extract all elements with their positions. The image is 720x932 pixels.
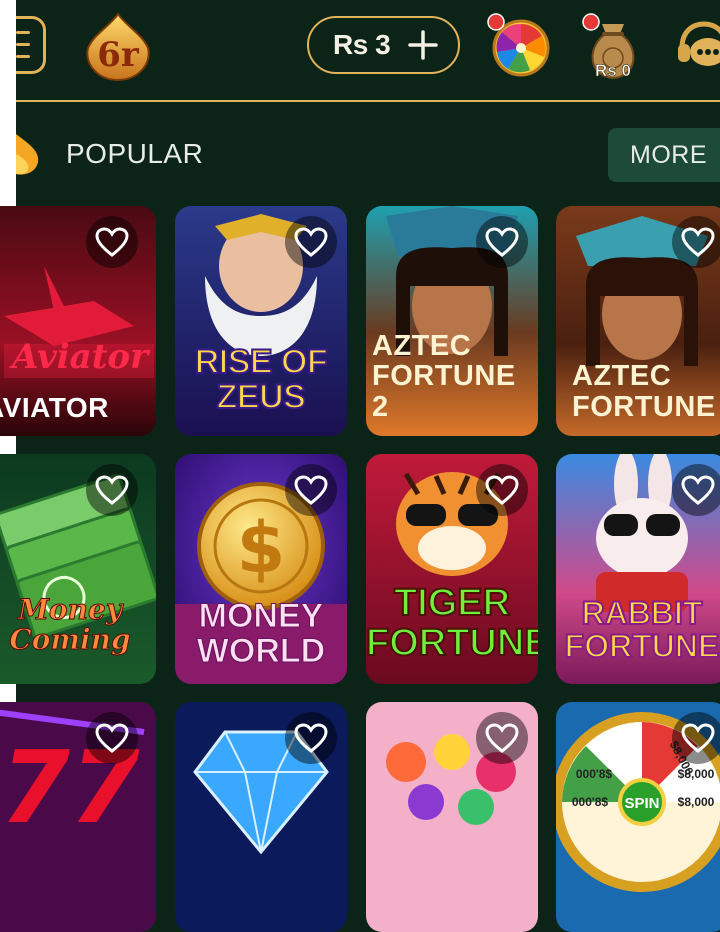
heart-icon [95,475,129,505]
menu-button[interactable] [16,16,46,74]
heart-icon [485,723,519,753]
svg-text:$: $ [237,507,286,589]
game-tile-rabbit-fortune[interactable]: RABBIT FORTUNE [556,454,720,684]
favorite-button[interactable] [672,216,720,268]
game-tile-prize-wheel[interactable]: SPIN $8,000 $8,000 000'8$ 000'8$ $8,000 [556,702,720,932]
game-title: MONEY WORLD [196,596,326,671]
game-title: AVIATOR [0,391,109,423]
game-tile-money-coming[interactable]: Money Coming [0,454,156,684]
heart-icon [681,475,715,505]
favorite-button[interactable] [86,712,138,764]
heart-icon [681,723,715,753]
heart-icon [95,227,129,257]
wheel-label: 000'8$ [576,767,613,781]
heart-icon [95,723,129,753]
header-divider [16,100,720,102]
game-tile-aztec-fortune[interactable]: AZTEC FORTUNE [556,206,720,436]
plus-icon[interactable] [408,30,438,60]
favorite-button[interactable] [476,464,528,516]
balance-value: Rs 3 [333,29,391,60]
heart-icon [294,723,328,753]
favorite-button[interactable] [285,216,337,268]
favorite-button[interactable] [476,216,528,268]
game-tile-tiger-fortune[interactable]: TIGER FORTUNE [366,454,538,684]
game-tile-777[interactable]: 77 [0,702,156,932]
game-tile-money-world[interactable]: $ MONEY WORLD [175,454,347,684]
game-tile-diamond[interactable] [175,702,347,932]
money-bag-icon[interactable]: Rs 0 [580,10,646,82]
heart-icon [294,227,328,257]
aviator-logo-text: Aviator [9,337,150,377]
game-title: RISE OF ZEUS [194,342,329,417]
wheel-label: 000'8$ [572,795,609,809]
heart-icon [294,475,328,505]
game-tile-rise-of-zeus[interactable]: RISE OF ZEUS [175,206,347,436]
logo-text: 6r [97,35,140,75]
favorite-button[interactable] [86,464,138,516]
popular-section-header: POPULAR MORE [16,118,720,188]
game-title: RABBIT FORTUNE [564,594,720,665]
favorite-button[interactable] [672,712,720,764]
favorite-button[interactable] [672,464,720,516]
wheel-center-label: SPIN [624,795,659,812]
customer-support-icon[interactable] [674,18,720,78]
favorite-button[interactable] [476,712,528,764]
balance-pill[interactable]: Rs 3 [307,16,460,74]
favorite-button[interactable] [86,216,138,268]
more-button[interactable]: MORE [608,128,720,182]
heart-icon [681,227,715,257]
game-tile-aztec-fortune-2[interactable]: AZTEC FORTUNE 2 [366,206,538,436]
game-title: Money Coming [9,593,131,656]
game-title: AZTEC FORTUNE [572,360,716,423]
brand-logo[interactable]: 6r [82,12,154,84]
game-title: AZTEC FORTUNE 2 [372,329,516,423]
heart-icon [485,475,519,505]
wheel-label: $8,000 [678,767,715,781]
heart-icon [485,227,519,257]
game-tile-candy[interactable] [366,702,538,932]
favorite-button[interactable] [285,464,337,516]
menu-icon [16,31,30,34]
wheel-label: $8,000 [678,795,715,809]
bag-amount: Rs 0 [595,61,631,80]
section-title: POPULAR [66,138,204,169]
game-tile-aviator[interactable]: Aviator AVIATOR [0,206,156,436]
favorite-button[interactable] [285,712,337,764]
flame-icon [16,134,39,175]
game-title: TIGER FORTUNE [366,582,538,665]
lucky-wheel-icon[interactable] [486,12,552,78]
